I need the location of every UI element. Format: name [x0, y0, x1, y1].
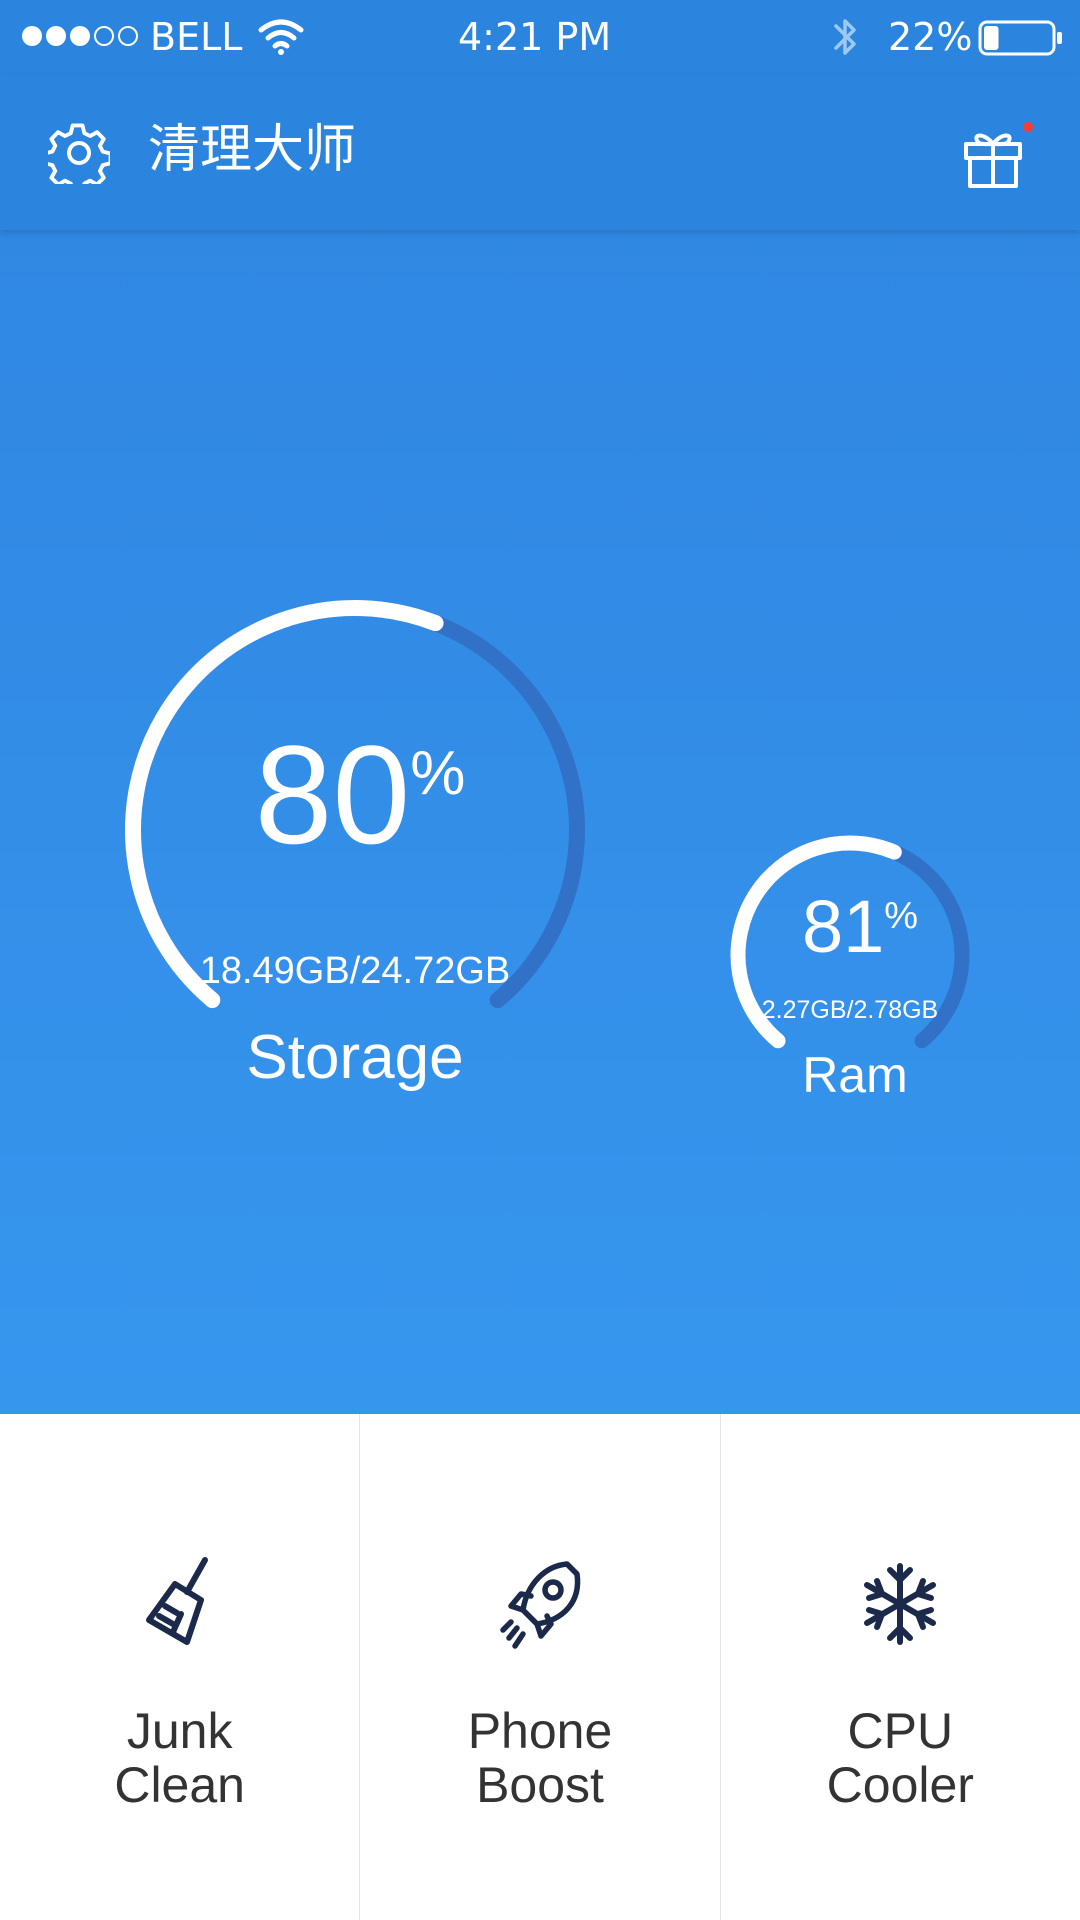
gear-icon[interactable]	[48, 122, 110, 184]
gift-icon[interactable]	[960, 120, 1030, 190]
app-title: 清理大师	[148, 120, 357, 180]
ram-usage-text: 2.27GB/2.78GB	[761, 996, 939, 1024]
battery-icon	[978, 20, 1062, 56]
feature-tiles: Junk Clean Phone Boost CPU Cooler	[0, 1414, 1080, 1920]
storage-usage-text: 18.49GB/24.72GB	[199, 950, 511, 992]
ram-percent-sign: %	[884, 895, 919, 937]
storage-label: Storage	[246, 1023, 464, 1092]
wifi-icon	[258, 19, 304, 55]
storage-percent-value: 80	[254, 716, 411, 873]
ram-percent-block: 81%	[750, 885, 970, 969]
ram-percent-value: 81	[801, 885, 885, 968]
battery-percent: 22%	[888, 15, 973, 59]
notification-dot	[1023, 122, 1033, 132]
broom-icon	[145, 1557, 208, 1645]
clock-time: 4:21 PM	[458, 15, 612, 59]
bluetooth-icon	[834, 19, 856, 55]
status-bar: BELL 4:21 PM 22%	[0, 0, 1080, 74]
cpu-cooler-button[interactable]: CPU Cooler	[721, 1414, 1080, 1920]
carrier-name: BELL	[150, 15, 243, 59]
cpu-cooler-label: CPU Cooler	[826, 1703, 974, 1813]
phone-boost-label: Phone Boost	[467, 1703, 613, 1813]
ram-label: Ram	[802, 1047, 908, 1103]
storage-percent-block: 80%	[160, 720, 560, 870]
snowflake-icon	[864, 1563, 937, 1645]
signal-strength-icon	[22, 26, 138, 46]
junk-clean-label: Junk Clean	[114, 1703, 245, 1813]
phone-boost-button[interactable]: Phone Boost	[360, 1414, 721, 1920]
junk-clean-button[interactable]: Junk Clean	[0, 1414, 361, 1920]
storage-percent-sign: %	[410, 739, 466, 808]
app-bar: 清理大师	[0, 74, 1080, 230]
rocket-icon	[500, 1561, 581, 1649]
